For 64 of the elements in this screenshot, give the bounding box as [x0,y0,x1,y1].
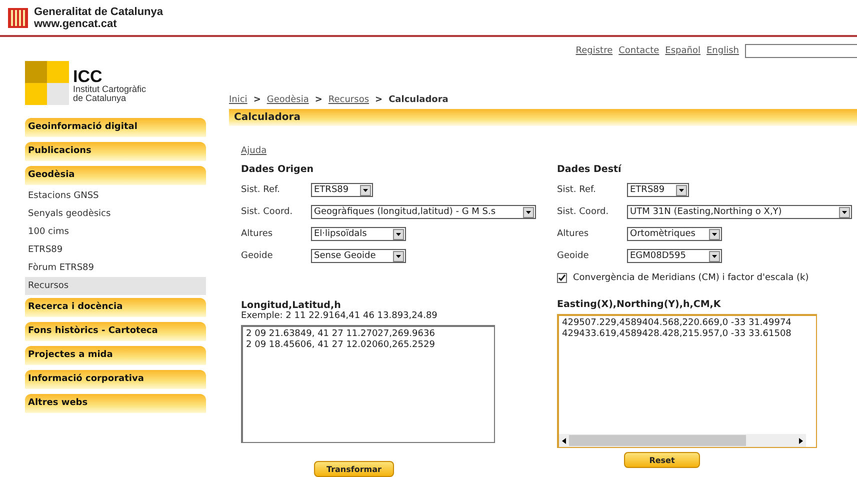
select-field[interactable]: Sense Geoide [311,249,406,263]
field-label: Geoide [557,251,590,261]
sidebar-section[interactable]: Fons històrics - Cartoteca [25,322,206,341]
checkbox[interactable] [557,273,567,283]
sidebar-item[interactable]: Senyals geodèsics [25,205,206,223]
sidebar-section[interactable]: Projectes a mida [25,346,206,365]
output-textarea[interactable]: 429507.229,4589404.568,220.669,0 -33 31.49974 429433.619,4589428.428,215.957,0 -33 33.61508 [557,314,817,448]
help-link[interactable]: Ajuda [241,146,267,156]
field-label: Sist. Coord. [557,207,610,217]
sidebar-item[interactable]: 100 cims [25,223,206,241]
breadcrumb-text: > [253,95,261,105]
field-label: Sist. Coord. [241,207,294,217]
field-label: Altures [241,229,274,239]
section-heading: Dades Origen [241,164,315,175]
org-url: www.gencat.cat [34,18,118,30]
org-name: Generalitat de Catalunya [34,6,163,18]
header-link[interactable]: English [706,46,739,56]
breadcrumb-link[interactable]: Recursos [328,95,370,105]
section-heading: Dades Destí [557,164,622,175]
breadcrumb-text: > [375,95,383,105]
field-label: Sist. Ref. [557,185,597,195]
breadcrumb-link[interactable]: Geodèsia [266,95,309,105]
breadcrumb-text: Calculadora [388,95,448,105]
logo-subtitle: de Catalunya [73,94,126,103]
select-field[interactable]: El·lipsoïdals [311,227,406,241]
horizontal-scrollbar[interactable] [559,434,806,447]
select-field[interactable]: ETRS89 [627,183,689,197]
squares-logo-icon [25,61,69,105]
flag-stripes-icon [8,8,28,28]
sidebar-item[interactable]: Fòrum ETRS89 [25,259,206,277]
sidebar-item[interactable]: ETRS89 [25,241,206,259]
sidebar-item[interactable]: Recursos [25,277,206,295]
sidebar-section[interactable]: Publicacions [25,142,206,161]
select-field[interactable]: ETRS89 [311,183,373,197]
checkmark-icon [558,274,566,282]
checkbox-label: Convergència de Meridians (CM) i factor d'escala (k) [573,273,809,283]
header-link[interactable]: Contacte [618,46,660,56]
sidebar-section[interactable]: Informació corporativa [25,370,206,389]
select-field[interactable]: Geogràfiques (longitud,latitud) - G M S.s [311,205,536,219]
field-label: Sist. Ref. [241,185,281,195]
sidebar-section[interactable]: Geodèsia [25,166,206,185]
search-field[interactable] [745,44,857,58]
logo-title: ICC [73,68,102,85]
sidebar-section[interactable]: Recerca i docència [25,298,206,317]
logo-subtitle: Institut Cartogràfic [73,85,146,94]
field-label: Geoide [241,251,274,261]
field-label: Altures [557,229,590,239]
sidebar-section[interactable]: Altres webs [25,394,206,413]
header-link[interactable]: Español [665,46,700,56]
sidebar-section[interactable]: Geoinformació digital [25,118,206,137]
header-link[interactable]: Registre [576,46,613,56]
page-title-bar: Calculadora [229,109,857,126]
select-field[interactable]: UTM 31N (Easting,Northing o X,Y) [627,205,852,219]
transform-button[interactable]: Transformar [314,461,394,477]
section-heading: Longitud,Latitud,h [241,300,342,311]
input-textarea[interactable]: 2 09 21.63849, 41 27 11.27027,269.9636 2 09 18.45606, 41 27 12.02060,265.2529 [241,325,495,443]
example-text: Exemple: 2 11 22.9164,41 46 13.893,24.89 [241,311,438,321]
breadcrumb-link[interactable]: Inici [229,95,248,105]
sidebar-item[interactable]: Estacions GNSS [25,187,206,205]
select-field[interactable]: EGM08D595 [627,249,722,263]
reset-button[interactable]: Reset [624,452,700,468]
select-field[interactable]: Ortomètriques [627,227,722,241]
breadcrumb-text: > [314,95,322,105]
section-heading: Easting(X),Northing(Y),h,CM,K [557,299,722,310]
